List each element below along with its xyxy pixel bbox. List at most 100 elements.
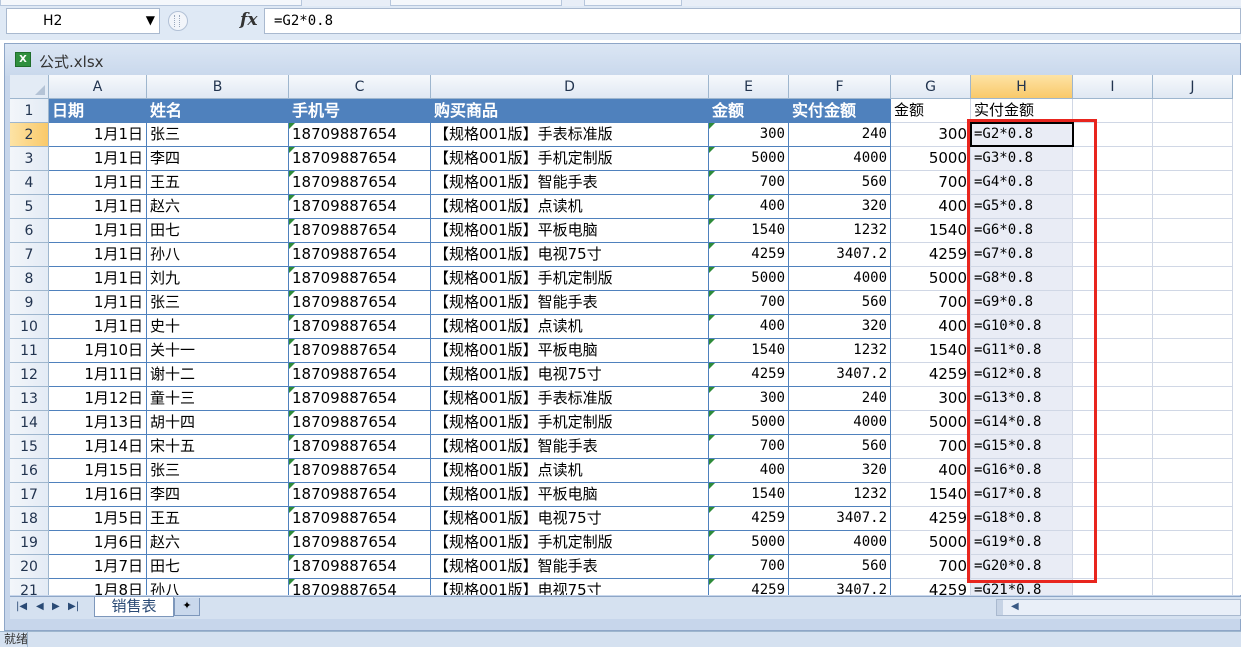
cell-product[interactable]: 【规格001版】电视75寸 <box>431 363 709 387</box>
cell-empty[interactable] <box>1153 531 1233 555</box>
cell-product[interactable]: 【规格001版】智能手表 <box>431 555 709 579</box>
cell-paid[interactable]: 560 <box>789 555 891 579</box>
column-header-c[interactable]: C <box>289 75 431 99</box>
cell-amount[interactable]: 700 <box>709 291 789 315</box>
cell-product[interactable]: 【规格001版】平板电脑 <box>431 219 709 243</box>
cell-amount[interactable]: 4259 <box>709 243 789 267</box>
cell-g[interactable]: 300 <box>891 123 971 147</box>
cell-empty[interactable] <box>1153 555 1233 579</box>
cell-phone[interactable]: 18709887654 <box>289 123 431 147</box>
cell-empty[interactable] <box>1153 411 1233 435</box>
cell-amount[interactable]: 1540 <box>709 219 789 243</box>
cell-g[interactable]: 700 <box>891 171 971 195</box>
cell-product[interactable]: 【规格001版】手机定制版 <box>431 531 709 555</box>
name-box-dropdown-icon[interactable]: ▼ <box>146 13 155 27</box>
cell-empty[interactable] <box>1153 243 1233 267</box>
row-header[interactable]: 1 <box>10 99 49 123</box>
cell-paid[interactable]: 240 <box>789 387 891 411</box>
header-cell-date[interactable]: 日期 <box>49 99 147 123</box>
header-cell-product[interactable]: 购买商品 <box>431 99 709 123</box>
cell-empty[interactable] <box>1073 555 1153 579</box>
cell-paid[interactable]: 3407.2 <box>789 579 891 595</box>
cell-product[interactable]: 【规格001版】平板电脑 <box>431 339 709 363</box>
row-header[interactable]: 8 <box>10 267 49 291</box>
cell-empty[interactable] <box>1153 387 1233 411</box>
row-header[interactable]: 18 <box>10 507 49 531</box>
sheet-nav-last-icon[interactable]: ▶| <box>68 601 79 612</box>
column-header-e[interactable]: E <box>709 75 789 99</box>
cell-phone[interactable]: 18709887654 <box>289 195 431 219</box>
cell-product[interactable]: 【规格001版】手表标准版 <box>431 123 709 147</box>
cell-paid[interactable]: 1232 <box>789 339 891 363</box>
cell-h[interactable]: =G5*0.8 <box>971 195 1073 219</box>
cell-g[interactable]: 400 <box>891 195 971 219</box>
row-header[interactable]: 13 <box>10 387 49 411</box>
cell-product[interactable]: 【规格001版】手机定制版 <box>431 267 709 291</box>
cell-empty[interactable] <box>1153 291 1233 315</box>
cell-product[interactable]: 【规格001版】平板电脑 <box>431 483 709 507</box>
cell-phone[interactable]: 18709887654 <box>289 555 431 579</box>
cell-h[interactable]: =G12*0.8 <box>971 363 1073 387</box>
cell-g[interactable]: 1540 <box>891 219 971 243</box>
row-header[interactable]: 15 <box>10 435 49 459</box>
cell-amount[interactable]: 300 <box>709 387 789 411</box>
cell-empty[interactable] <box>1153 171 1233 195</box>
cell-product[interactable]: 【规格001版】手表标准版 <box>431 387 709 411</box>
header-cell-paid[interactable]: 实付金额 <box>789 99 891 123</box>
cell-name[interactable]: 关十一 <box>147 339 289 363</box>
cell-empty[interactable] <box>1153 435 1233 459</box>
column-header-h[interactable]: H <box>971 75 1073 99</box>
cell-h[interactable]: =G20*0.8 <box>971 555 1073 579</box>
cell-empty[interactable] <box>1073 267 1153 291</box>
cell-empty[interactable] <box>1153 147 1233 171</box>
cell-g[interactable]: 5000 <box>891 411 971 435</box>
cell-amount[interactable]: 5000 <box>709 147 789 171</box>
cell-g[interactable]: 4259 <box>891 507 971 531</box>
cell-name[interactable]: 张三 <box>147 291 289 315</box>
cell-product[interactable]: 【规格001版】电视75寸 <box>431 243 709 267</box>
row-header[interactable]: 19 <box>10 531 49 555</box>
header-cell-phone[interactable]: 手机号 <box>289 99 431 123</box>
cell-amount[interactable]: 700 <box>709 435 789 459</box>
cell-h[interactable]: =G7*0.8 <box>971 243 1073 267</box>
cell-amount[interactable]: 5000 <box>709 411 789 435</box>
cell-empty[interactable] <box>1073 99 1153 123</box>
cell-empty[interactable] <box>1073 363 1153 387</box>
cell-date[interactable]: 1月1日 <box>49 195 147 219</box>
cell-phone[interactable]: 18709887654 <box>289 435 431 459</box>
cell-h[interactable]: =G8*0.8 <box>971 267 1073 291</box>
cell-name[interactable]: 田七 <box>147 555 289 579</box>
cell-empty[interactable] <box>1153 267 1233 291</box>
cell-h[interactable]: =G14*0.8 <box>971 411 1073 435</box>
cell-amount[interactable]: 400 <box>709 459 789 483</box>
cell-date[interactable]: 1月14日 <box>49 435 147 459</box>
cell-phone[interactable]: 18709887654 <box>289 459 431 483</box>
cell-name[interactable]: 田七 <box>147 219 289 243</box>
cell-g[interactable]: 700 <box>891 435 971 459</box>
cell-phone[interactable]: 18709887654 <box>289 579 431 595</box>
column-header-a[interactable]: A <box>49 75 147 99</box>
cell-paid[interactable]: 240 <box>789 123 891 147</box>
cell-phone[interactable]: 18709887654 <box>289 147 431 171</box>
cell-date[interactable]: 1月11日 <box>49 363 147 387</box>
cell-h[interactable]: =G17*0.8 <box>971 483 1073 507</box>
cell-empty[interactable] <box>1153 339 1233 363</box>
cell-empty[interactable] <box>1073 459 1153 483</box>
cell-g[interactable]: 400 <box>891 459 971 483</box>
header-cell-amount[interactable]: 金额 <box>709 99 789 123</box>
cell-name[interactable]: 赵六 <box>147 531 289 555</box>
cell-phone[interactable]: 18709887654 <box>289 315 431 339</box>
cell-empty[interactable] <box>1073 147 1153 171</box>
name-box[interactable]: H2 ▼ <box>6 8 160 34</box>
cell-empty[interactable] <box>1073 483 1153 507</box>
cell-amount[interactable]: 400 <box>709 315 789 339</box>
cell-phone[interactable]: 18709887654 <box>289 267 431 291</box>
cell-name[interactable]: 童十三 <box>147 387 289 411</box>
cell-name[interactable]: 张三 <box>147 123 289 147</box>
row-header[interactable]: 21 <box>10 579 49 595</box>
cell-phone[interactable]: 18709887654 <box>289 219 431 243</box>
cell-empty[interactable] <box>1153 507 1233 531</box>
cell-phone[interactable]: 18709887654 <box>289 339 431 363</box>
cell-h[interactable]: =G2*0.8 <box>971 123 1073 147</box>
column-header-d[interactable]: D <box>431 75 709 99</box>
